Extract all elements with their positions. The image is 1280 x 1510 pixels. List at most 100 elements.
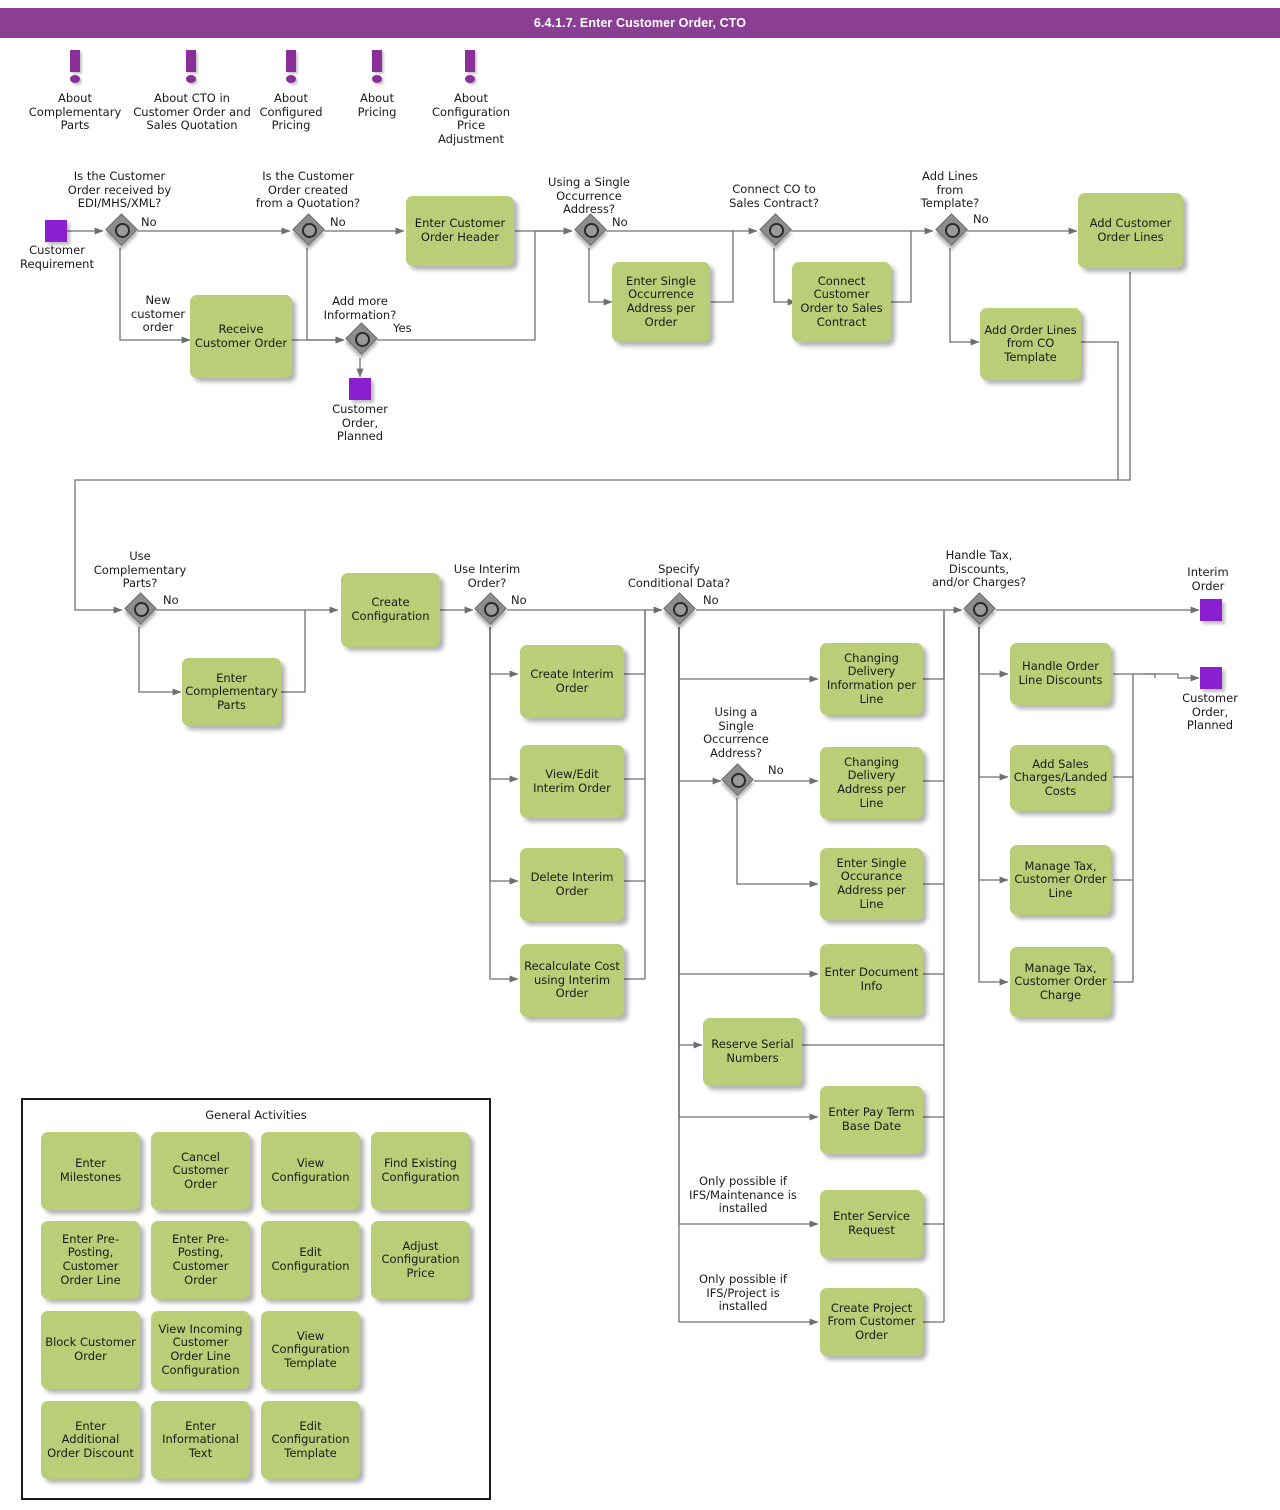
gateway-ring-icon xyxy=(944,222,960,238)
legend-item-cancel-customer-order[interactable]: Cancel Customer Order xyxy=(151,1132,250,1210)
task-enter-single-occurance-address-per-line[interactable]: Enter Single Occurance Address per Line xyxy=(820,848,923,920)
exclamation-dot xyxy=(372,75,382,83)
exclamation-dot xyxy=(286,75,296,83)
task-enter-document-info[interactable]: Enter Document Info xyxy=(820,944,923,1016)
task-view-edit-interim-order[interactable]: View/Edit Interim Order xyxy=(520,745,624,818)
flow-label-edi-no: No xyxy=(141,215,157,229)
legend-item-view-incoming-customer-order-line-configuration[interactable]: View Incoming Customer Order Line Config… xyxy=(151,1311,250,1389)
exclamation-icon[interactable] xyxy=(372,50,382,83)
legend-item-enter-pre-posting-customer-order-line[interactable]: Enter Pre- Posting, Customer Order Line xyxy=(41,1221,140,1299)
task-enter-single-occurrence-address-per-order[interactable]: Enter Single Occurrence Address per Orde… xyxy=(612,262,710,342)
condition-label-ifs-project: Only possible if IFS/Project is installe… xyxy=(699,1272,787,1314)
gateway-ring-icon xyxy=(354,331,370,347)
legend-item-enter-additional-order-discount[interactable]: Enter Additional Order Discount xyxy=(41,1401,140,1479)
event-label-interim-order: Interim Order xyxy=(1187,565,1229,593)
task-manage-tax-customer-order-line[interactable]: Manage Tax, Customer Order Line xyxy=(1010,845,1111,915)
task-enter-customer-order-header[interactable]: Enter Customer Order Header xyxy=(406,196,514,266)
task-reserve-serial-numbers[interactable]: Reserve Serial Numbers xyxy=(703,1018,802,1086)
gateway-use-interim-order[interactable] xyxy=(474,592,509,627)
gateway-add-lines-from-template[interactable] xyxy=(935,213,970,248)
info-link-label-configuration-price-adjustment[interactable]: About Configuration Price Adjustment xyxy=(425,91,517,146)
gateway-ring-icon xyxy=(768,222,784,238)
task-receive-customer-order[interactable]: Receive Customer Order xyxy=(190,295,292,378)
gateway-add-more-information[interactable] xyxy=(345,322,380,357)
gateway-question-single-occurrence-line: Using a Single Occurrence Address? xyxy=(703,705,769,760)
exclamation-bar xyxy=(372,50,382,72)
task-enter-pay-term-base-date[interactable]: Enter Pay Term Base Date xyxy=(820,1086,923,1154)
event-customer-order-planned-right[interactable] xyxy=(1200,667,1222,689)
task-changing-delivery-address-per-line[interactable]: Changing Delivery Address per Line xyxy=(820,747,923,819)
gateway-ring-icon xyxy=(114,222,130,238)
event-customer-requirement[interactable] xyxy=(45,220,67,242)
gateway-connect-co-to-sales-contract[interactable] xyxy=(759,213,794,248)
info-link-label-pricing[interactable]: About Pricing xyxy=(338,91,416,119)
task-delete-interim-order[interactable]: Delete Interim Order xyxy=(520,848,624,921)
task-add-customer-order-lines[interactable]: Add Customer Order Lines xyxy=(1078,193,1183,268)
legend-item-enter-pre-posting-customer-order[interactable]: Enter Pre- Posting, Customer Order xyxy=(151,1221,250,1299)
task-changing-delivery-information-per-line[interactable]: Changing Delivery Information per Line xyxy=(820,643,923,715)
gateway-question-template: Add Lines from Template? xyxy=(920,169,980,211)
gateway-question-complementary-parts: Use Complementary Parts? xyxy=(93,549,187,591)
event-label-customer-order-planned-top: Customer Order, Planned xyxy=(332,402,388,444)
task-enter-service-request[interactable]: Enter Service Request xyxy=(820,1190,923,1258)
gateway-ring-icon xyxy=(133,601,149,617)
info-link-label-cto-in-co-and-sq[interactable]: About CTO in Customer Order and Sales Qu… xyxy=(132,91,252,133)
condition-label-ifs-maintenance: Only possible if IFS/Maintenance is inst… xyxy=(689,1174,797,1216)
legend-item-enter-milestones[interactable]: Enter Milestones xyxy=(41,1132,140,1210)
event-label-customer-order-planned-right: Customer Order, Planned xyxy=(1182,691,1238,733)
legend-item-adjust-configuration-price[interactable]: Adjust Configuration Price xyxy=(371,1221,470,1299)
gateway-ring-icon xyxy=(301,222,317,238)
task-create-configuration[interactable]: Create Configuration xyxy=(341,573,440,647)
exclamation-icon[interactable] xyxy=(186,50,196,83)
task-enter-complementary-parts[interactable]: Enter Complementary Parts xyxy=(182,658,281,726)
gateway-handle-tax-discounts-charges[interactable] xyxy=(963,592,998,627)
legend-item-view-configuration[interactable]: View Configuration xyxy=(261,1132,360,1210)
gateway-question-edi: Is the Customer Order received by EDI/MH… xyxy=(67,169,172,211)
gateway-single-occurrence-address-line[interactable] xyxy=(721,763,756,798)
info-link-label-complementary-parts[interactable]: About Complementary Parts xyxy=(15,91,135,133)
flow-label-single-occurrence-order-no: No xyxy=(612,215,628,229)
exclamation-icon[interactable] xyxy=(465,50,475,83)
flow-label-single-occurrence-line-no: No xyxy=(768,763,784,777)
gateway-question-conditional-data: Specify Conditional Data? xyxy=(627,562,731,590)
legend-item-edit-configuration[interactable]: Edit Configuration xyxy=(261,1221,360,1299)
exclamation-bar xyxy=(70,50,80,72)
exclamation-icon[interactable] xyxy=(286,50,296,83)
gateway-created-from-quotation[interactable] xyxy=(292,213,327,248)
exclamation-dot xyxy=(70,75,80,83)
task-handle-order-line-discounts[interactable]: Handle Order Line Discounts xyxy=(1010,643,1111,705)
gateway-use-complementary-parts[interactable] xyxy=(124,592,159,627)
legend-item-block-customer-order[interactable]: Block Customer Order xyxy=(41,1311,140,1389)
exclamation-bar xyxy=(286,50,296,72)
task-connect-customer-order-to-sales-contract[interactable]: Connect Customer Order to Sales Contract xyxy=(792,262,891,342)
flow-label-template-no: No xyxy=(973,212,989,226)
gateway-specify-conditional-data[interactable] xyxy=(663,592,698,627)
task-add-sales-charges-landed-costs[interactable]: Add Sales Charges/Landed Costs xyxy=(1010,745,1111,811)
legend-item-enter-informational-text[interactable]: Enter Informational Text xyxy=(151,1401,250,1479)
gateway-question-sales-contract: Connect CO to Sales Contract? xyxy=(729,182,819,210)
exclamation-dot xyxy=(186,75,196,83)
gateway-ring-icon xyxy=(483,601,499,617)
event-customer-order-planned-top[interactable] xyxy=(349,378,371,400)
flow-label-interim-no: No xyxy=(511,593,527,607)
legend-title: General Activities xyxy=(205,1108,307,1122)
task-recalculate-cost-using-interim-order[interactable]: Recalculate Cost using Interim Order xyxy=(520,944,624,1017)
legend-item-edit-configuration-template[interactable]: Edit Configuration Template xyxy=(261,1401,360,1479)
event-interim-order[interactable] xyxy=(1200,599,1222,621)
diagram-canvas: 6.4.1.7. Enter Customer Order, CTO About… xyxy=(0,0,1280,1510)
task-manage-tax-customer-order-charge[interactable]: Manage Tax, Customer Order Charge xyxy=(1010,947,1111,1017)
task-create-project-from-customer-order[interactable]: Create Project From Customer Order xyxy=(820,1288,923,1356)
legend-item-view-configuration-template[interactable]: View Configuration Template xyxy=(261,1311,360,1389)
legend-item-find-existing-configuration[interactable]: Find Existing Configuration xyxy=(371,1132,470,1210)
exclamation-icon[interactable] xyxy=(70,50,80,83)
gateway-single-occurrence-address-order[interactable] xyxy=(574,213,609,248)
task-add-order-lines-from-co-template[interactable]: Add Order Lines from CO Template xyxy=(980,308,1081,380)
gateway-edi-mhs-xml[interactable] xyxy=(105,213,140,248)
gateway-question-add-more-info: Add more Information? xyxy=(323,294,397,322)
flow-label-conditional-no: No xyxy=(703,593,719,607)
task-create-interim-order[interactable]: Create Interim Order xyxy=(520,645,624,718)
gateway-ring-icon xyxy=(730,772,746,788)
gateway-ring-icon xyxy=(583,222,599,238)
info-link-label-configured-pricing[interactable]: About Configured Pricing xyxy=(251,91,331,133)
exclamation-bar xyxy=(186,50,196,72)
